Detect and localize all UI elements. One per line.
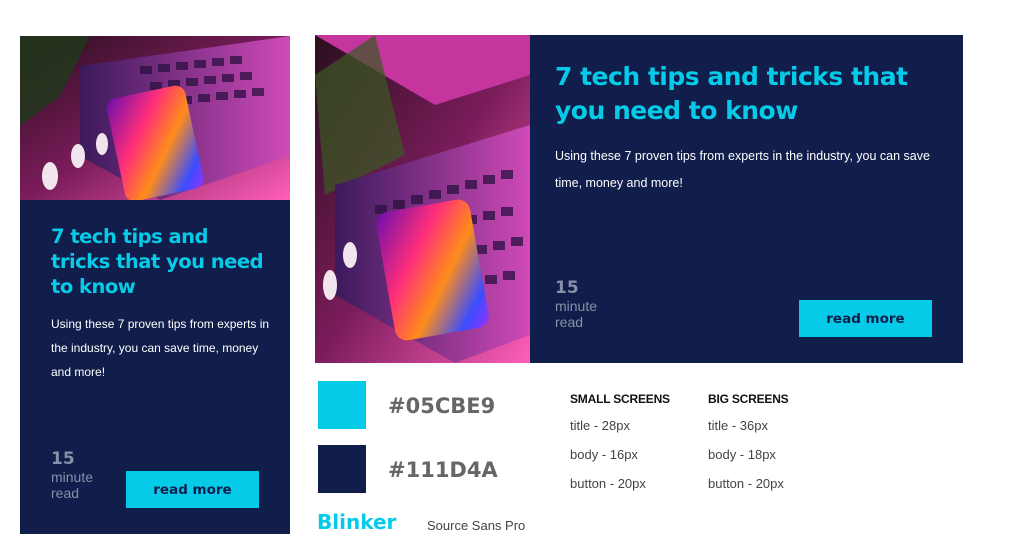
- spec-row: title - 36px: [708, 418, 768, 433]
- heading-font-sample: Blinker: [317, 510, 397, 534]
- read-more-button[interactable]: read more: [126, 471, 259, 508]
- laptop-phone-photo-icon: [315, 35, 530, 363]
- navy-color-swatch: [318, 445, 366, 493]
- big-article-card: 7 tech tips and tricks that you need to …: [315, 35, 963, 363]
- spec-heading: SMALL SCREENS: [570, 392, 670, 406]
- spec-row: body - 16px: [570, 447, 638, 462]
- card-body: Using these 7 proven tips from experts i…: [555, 149, 930, 190]
- laptop-phone-photo-icon: [20, 36, 290, 200]
- small-screens-specs: SMALL SCREENS title - 28px body - 16px b…: [570, 392, 690, 505]
- read-more-button[interactable]: read more: [799, 300, 932, 337]
- accent-color-swatch: [318, 381, 366, 429]
- read-time: 15 minute read: [555, 278, 615, 330]
- spec-row: title - 28px: [570, 418, 630, 433]
- card-title: 7 tech tips and tricks that you need to …: [51, 225, 264, 298]
- spec-row: button - 20px: [570, 476, 646, 491]
- accent-hex-label: #05CBE9: [388, 394, 496, 418]
- read-time: 15 minute read: [51, 449, 111, 501]
- card-body: Using these 7 proven tips from experts i…: [51, 317, 270, 379]
- navy-hex-label: #111D4A: [388, 458, 498, 482]
- card-title: 7 tech tips and tricks that you need to …: [555, 62, 908, 125]
- spec-heading: BIG SCREENS: [708, 392, 789, 406]
- read-time-number: 15: [555, 278, 579, 298]
- spec-row: button - 20px: [708, 476, 784, 491]
- read-time-label: minute read: [51, 469, 94, 501]
- read-time-label: minute read: [555, 298, 598, 330]
- body-font-sample: Source Sans Pro: [427, 518, 526, 533]
- big-screens-specs: BIG SCREENS title - 36px body - 18px but…: [708, 392, 828, 505]
- read-time-number: 15: [51, 449, 75, 469]
- small-article-card: 7 tech tips and tricks that you need to …: [20, 36, 290, 534]
- spec-row: body - 18px: [708, 447, 776, 462]
